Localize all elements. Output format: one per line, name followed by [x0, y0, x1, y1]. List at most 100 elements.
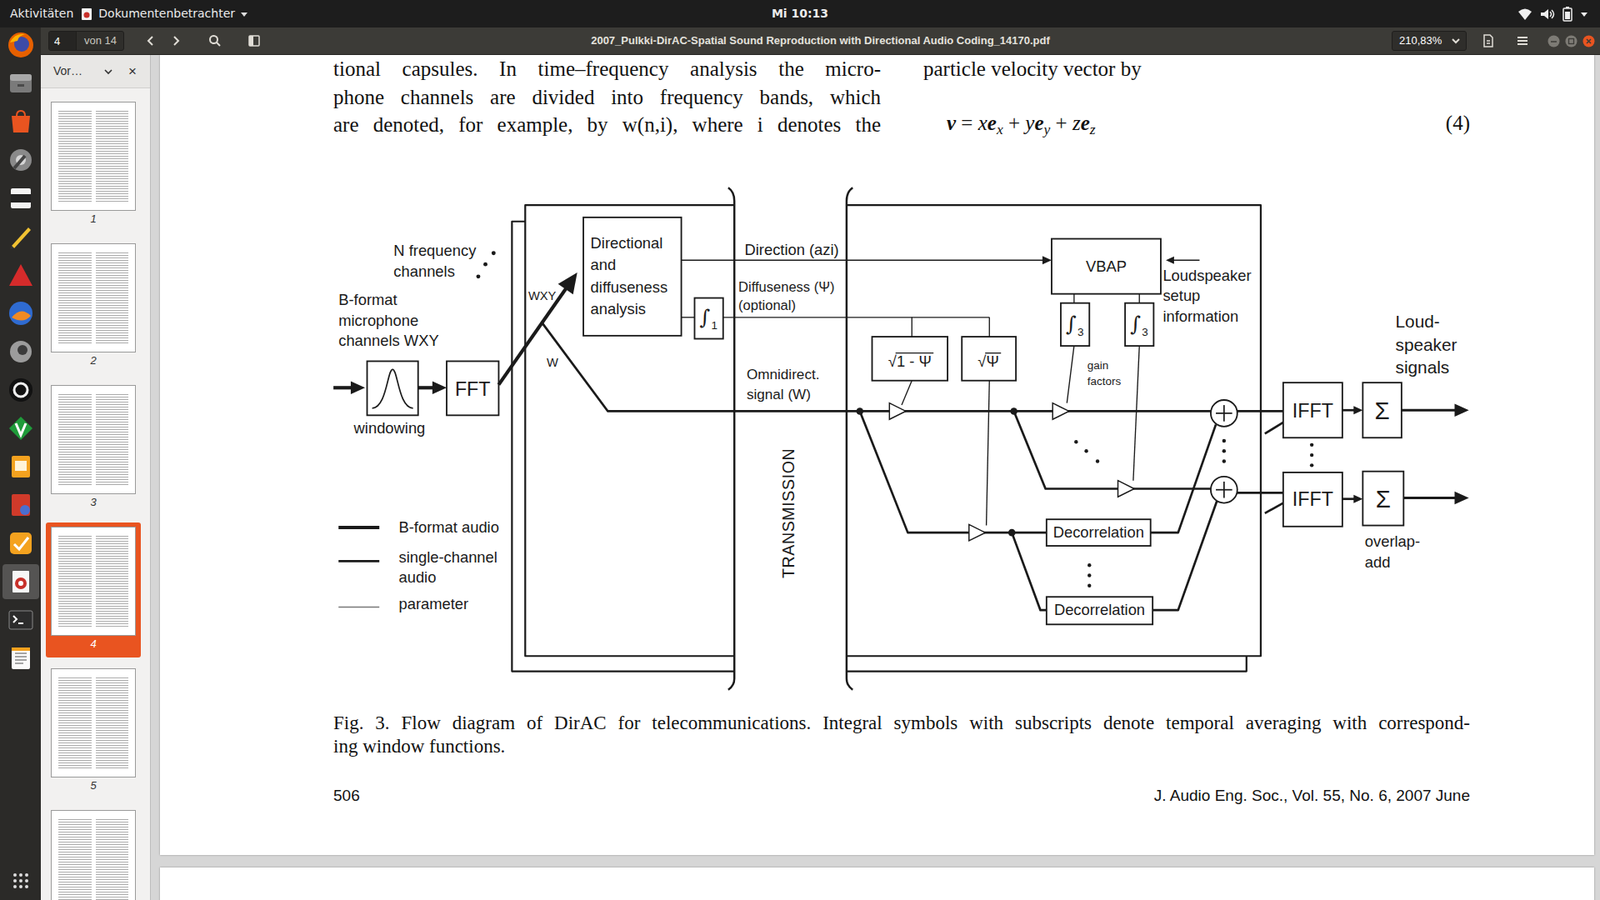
- previous-page-icon[interactable]: [138, 30, 164, 52]
- activities-button[interactable]: Aktivitäten: [10, 5, 74, 23]
- sidebar-mode: Vor…: [53, 62, 83, 80]
- vbap-block: [1051, 239, 1161, 295]
- app-icon: [6, 567, 35, 596]
- apps-grid-icon[interactable]: [12, 870, 30, 890]
- dock-app[interactable]: [2, 449, 40, 485]
- thumbnail-label: 2: [50, 352, 136, 370]
- dock-app[interactable]: [2, 640, 40, 676]
- dock-app[interactable]: [2, 104, 40, 140]
- chevron-down-icon: [240, 10, 249, 19]
- diagram-label: factors: [1087, 375, 1122, 388]
- adder-icon: [1210, 400, 1238, 427]
- dock-app[interactable]: [2, 602, 40, 638]
- page-thumbnail: [50, 243, 136, 353]
- diagram-label: Directional: [590, 234, 664, 252]
- search-icon[interactable]: [202, 30, 228, 52]
- sum-block: [1362, 471, 1404, 526]
- adder-icon: [1210, 476, 1238, 504]
- page-thumbnail: [50, 101, 136, 211]
- dock-app[interactable]: [2, 410, 40, 446]
- caption-line: Fig. 3. Flow diagram of DirAC for teleco…: [333, 711, 1470, 735]
- battery-icon: [1562, 6, 1573, 22]
- dock-app[interactable]: [2, 219, 40, 255]
- diagram-label: Direction (azi): [744, 240, 839, 259]
- app-icon: [6, 69, 35, 98]
- thumbnail-item[interactable]: 4: [45, 522, 141, 658]
- app-icon: [6, 30, 35, 60]
- app-menu[interactable]: Dokumentenbetrachter: [80, 5, 249, 23]
- figure-caption: Fig. 3. Flow diagram of DirAC for teleco…: [333, 711, 1470, 759]
- chevron-down-icon: [103, 66, 114, 77]
- thumbnail-sidebar: Vor… × 1 2 345: [40, 55, 151, 900]
- dock-app[interactable]: [2, 525, 40, 561]
- page-selector: von 14: [48, 30, 125, 51]
- dock-app[interactable]: [2, 487, 40, 523]
- dock-app[interactable]: [2, 334, 40, 370]
- ifft-block: [1283, 472, 1343, 527]
- document-properties-icon[interactable]: [1475, 30, 1501, 52]
- diagram-label: Decorrelation: [1053, 523, 1145, 541]
- diagram-label: setup: [1162, 286, 1200, 305]
- equation: v = xex + yey + zez(4): [923, 109, 1470, 144]
- app-icon: [6, 414, 35, 443]
- app-icon: [6, 299, 35, 328]
- text-line: are denoted, for example, by w(n,i), whe…: [333, 110, 881, 140]
- thumbnail-item[interactable]: 1: [45, 97, 141, 233]
- averaging-symbol: ∫3: [1065, 311, 1084, 339]
- text-line: tional capsules. In time–frequency analy…: [333, 55, 881, 84]
- diagram-label: channels: [393, 262, 455, 280]
- sidebar-icon[interactable]: [241, 30, 267, 52]
- thumbnail-item[interactable]: 5: [45, 664, 141, 800]
- sidebar-mode-dropdown[interactable]: Vor…: [48, 60, 119, 83]
- fft-block: [446, 361, 499, 416]
- thumbnail-item[interactable]: 3: [45, 380, 141, 516]
- app-icon: [6, 222, 35, 251]
- dock-app[interactable]: [2, 142, 40, 178]
- equation-part: x: [996, 120, 1004, 138]
- next-page: [160, 867, 1595, 900]
- gain-formula: √1 - Ψ: [888, 352, 932, 370]
- dock-app[interactable]: [2, 372, 40, 408]
- dock: [0, 27, 41, 900]
- next-page-icon[interactable]: [163, 30, 189, 52]
- dock-app[interactable]: [2, 257, 40, 293]
- diagram-label: microphone: [338, 311, 419, 330]
- zoom-value: 210,83%: [1399, 32, 1442, 50]
- sum-block: [1362, 382, 1402, 438]
- app-icon: [6, 529, 35, 558]
- diagram-label: channels WXY: [338, 331, 439, 350]
- page-thumbnail: [50, 526, 136, 636]
- averaging-block: [1060, 303, 1090, 346]
- minimize-icon[interactable]: [1547, 35, 1560, 48]
- text-column: tional capsules. In time–frequency analy…: [333, 55, 881, 144]
- close-icon[interactable]: [1582, 35, 1595, 48]
- dock-app[interactable]: [2, 180, 40, 216]
- clock[interactable]: Mi 10:13: [771, 5, 829, 23]
- menu-icon[interactable]: [1510, 30, 1535, 52]
- system-menu[interactable]: [828, 6, 1600, 22]
- legend-label: audio: [398, 568, 436, 586]
- diagram-label: Loud-: [1395, 311, 1440, 331]
- volume-icon: [1540, 7, 1555, 21]
- text-line: particle velocity vector by: [923, 55, 1470, 83]
- dock-app[interactable]: [2, 295, 40, 331]
- dock-app[interactable]: [2, 65, 40, 101]
- maximize-icon[interactable]: [1565, 35, 1578, 48]
- decorrelation-block: [1046, 519, 1151, 546]
- averaging-symbol: ∫1: [700, 305, 718, 333]
- close-sidebar-button[interactable]: ×: [128, 64, 137, 79]
- dock-app[interactable]: [2, 27, 40, 63]
- page-thumbnail: [50, 810, 136, 900]
- equation-part: y: [1044, 120, 1051, 138]
- dock-app[interactable]: [2, 564, 40, 600]
- page-number-input[interactable]: [49, 31, 77, 50]
- app-icon: [6, 107, 35, 136]
- legend-label: parameter: [398, 595, 469, 613]
- thumbnail-label: 1: [50, 210, 136, 228]
- legend-line: [338, 606, 380, 608]
- diagram-label: Σ: [1375, 396, 1390, 425]
- thumbnail-item[interactable]: 2: [45, 239, 141, 375]
- zoom-dropdown[interactable]: 210,83%: [1391, 30, 1467, 51]
- app-icon: [6, 260, 35, 290]
- chevron-down-icon: [1450, 35, 1461, 46]
